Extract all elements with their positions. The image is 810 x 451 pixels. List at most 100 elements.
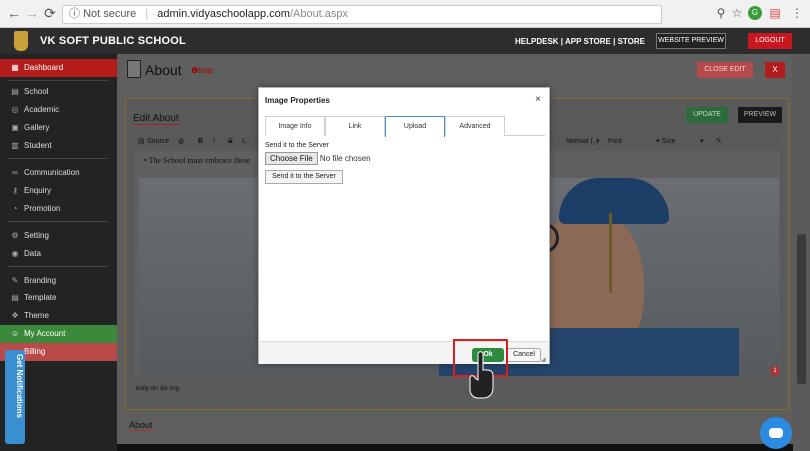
sidebar-item-label: Branding <box>24 276 57 285</box>
size-chevron-icon[interactable]: ▾ <box>700 134 704 150</box>
sidebar-item-data[interactable]: ◉ Data <box>0 245 117 263</box>
grid-icon: ▦ <box>11 63 19 72</box>
tab-link[interactable]: Link <box>325 116 385 136</box>
sidebar-item-label: Communication <box>24 168 80 177</box>
sidebar-item-label: Billing <box>24 347 46 356</box>
close-x-button[interactable]: X <box>765 62 785 78</box>
bottom-strip <box>117 444 793 451</box>
edit-about-heading: Edit About <box>133 113 179 125</box>
search-icon[interactable]: ⚲ <box>714 6 728 20</box>
close-icon[interactable]: × <box>535 94 541 105</box>
reload-button[interactable]: ⟳ <box>42 5 58 21</box>
strike-button[interactable]: S <box>228 134 233 150</box>
image-tool-icon[interactable]: ◍ <box>178 134 184 150</box>
dialog-title: Image Properties <box>265 96 330 105</box>
choose-file-button[interactable]: Choose File <box>265 152 318 165</box>
info-icon[interactable]: ⓘ <box>69 8 80 20</box>
send-to-server-button[interactable]: Send it to the Server <box>265 170 343 184</box>
sidebar-item-my-account[interactable]: ☺ My Account <box>0 325 117 343</box>
promotion-icon: ◔ <box>12 204 18 213</box>
data-icon: ◉ <box>11 249 19 258</box>
sidebar-item-school[interactable]: ▤ School <box>0 83 117 101</box>
url-path: /About.aspx <box>289 8 349 20</box>
sidebar-item-label: Data <box>24 249 41 258</box>
notification-badge: 1 <box>770 366 780 376</box>
element-path[interactable]: body div div img <box>136 386 179 392</box>
sidebar-item-label: Academic <box>24 105 60 114</box>
sidebar-item-academic[interactable]: ◎ Academic <box>0 101 117 119</box>
sidebar-item-setting[interactable]: ⚙ Setting <box>0 227 117 245</box>
paint-format-icon[interactable]: ✎ <box>716 134 722 150</box>
update-button[interactable]: UPDATE <box>686 107 728 123</box>
chat-widget-button[interactable] <box>760 417 792 449</box>
pdf-extension-icon[interactable]: ▤ <box>768 6 782 20</box>
image-properties-dialog: Image Properties × Image Info Link Uploa… <box>258 87 550 364</box>
back-button[interactable]: ← <box>6 5 22 21</box>
sidebar-item-label: Theme <box>24 311 49 320</box>
no-file-label: No file chosen <box>319 154 371 163</box>
address-bar[interactable]: ⓘ Not secure | admin.vidyaschoolapp.com/… <box>62 5 662 24</box>
format-chevron-icon[interactable]: ▾ <box>596 134 600 150</box>
tab-image-info[interactable]: Image Info <box>265 116 325 136</box>
close-edit-button[interactable]: CLOSE EDIT <box>697 62 753 78</box>
upload-label: Send it to the Server <box>265 142 329 149</box>
file-input[interactable]: Choose File No file chosen <box>265 152 371 165</box>
get-notifications-tab[interactable]: Get Notifications <box>5 350 25 444</box>
sidebar-item-promotion[interactable]: ◔ Promotion <box>0 200 117 218</box>
sidebar-item-label: My Account <box>24 329 66 338</box>
page-title: About <box>145 62 182 78</box>
sidebar-item-dashboard[interactable]: ▦ Dashboard <box>0 59 117 77</box>
scroll-thumb[interactable] <box>797 234 806 384</box>
resize-handle-icon[interactable]: ◢ <box>541 356 546 363</box>
pointer-hand-icon <box>469 351 494 399</box>
sidebar-item-label: Gallery <box>24 123 50 132</box>
clear-format-button[interactable]: Iₓ <box>242 134 246 150</box>
school-icon: ▤ <box>11 87 19 96</box>
italic-button[interactable]: I <box>213 134 215 150</box>
student-icon: ▥ <box>11 141 19 150</box>
font-chevron-icon[interactable]: ▾ <box>656 134 660 150</box>
tab-upload[interactable]: Upload <box>385 116 445 137</box>
help-link[interactable]: ❶help <box>191 66 213 75</box>
sidebar-item-label: Enquiry <box>24 186 52 195</box>
sidebar-item-student[interactable]: ▥ Student <box>0 137 117 155</box>
extension-icon[interactable]: G <box>748 6 762 20</box>
sidebar-item-label: Dashboard <box>24 63 64 72</box>
font-select[interactable]: Font <box>608 134 622 150</box>
sidebar-item-branding[interactable]: ✎ Branding <box>0 272 117 290</box>
cancel-button[interactable]: Cancel <box>507 348 541 362</box>
star-icon[interactable]: ☆ <box>730 6 744 20</box>
sidebar-item-communication[interactable]: ∞ Communication <box>0 164 117 182</box>
page-icon <box>127 60 141 78</box>
sidebar-item-enquiry[interactable]: ⚷ Enquiry <box>0 182 117 200</box>
theme-icon: ❖ <box>11 311 19 320</box>
sidebar-item-label: Setting <box>24 231 49 240</box>
format-select[interactable]: Normal (... <box>566 134 599 150</box>
tab-advanced[interactable]: Advanced <box>445 116 505 136</box>
notifications-label: Get Notifications <box>15 354 24 419</box>
top-links[interactable]: HELPDESK | APP STORE | STORE <box>515 37 645 46</box>
logout-button[interactable]: LOGOUT <box>748 33 792 49</box>
menu-icon[interactable]: ⋮ <box>790 6 804 20</box>
page-title-bar: About ❶help CLOSE EDIT X <box>117 54 793 86</box>
sidebar-item-label: Promotion <box>24 204 61 213</box>
website-preview-button[interactable]: WEBSITE PREVIEW <box>656 33 726 49</box>
source-icon[interactable]: ▤ <box>138 134 145 150</box>
source-button[interactable]: Source <box>147 134 169 150</box>
sidebar-item-label: School <box>24 87 49 96</box>
image-icon: ▣ <box>11 123 19 132</box>
globe-icon: ◎ <box>11 105 19 114</box>
school-logo <box>14 31 28 51</box>
key-icon: ⚷ <box>12 186 18 195</box>
bold-button[interactable]: B <box>198 134 203 150</box>
account-icon: ☺ <box>10 329 20 338</box>
sidebar-item-gallery[interactable]: ▣ Gallery <box>0 119 117 137</box>
page-scrollbar[interactable] <box>793 54 810 451</box>
editor-bullet: The School must embrace these <box>148 156 251 165</box>
sidebar-item-template[interactable]: ▤ Template <box>0 289 117 307</box>
preview-button[interactable]: PREVIEW <box>738 107 782 123</box>
size-select[interactable]: Size <box>662 134 676 150</box>
sidebar-item-theme[interactable]: ❖ Theme <box>0 307 117 325</box>
browser-toolbar: ← → ⟳ ⓘ Not secure | admin.vidyaschoolap… <box>0 0 810 28</box>
forward-button[interactable]: → <box>24 5 40 21</box>
